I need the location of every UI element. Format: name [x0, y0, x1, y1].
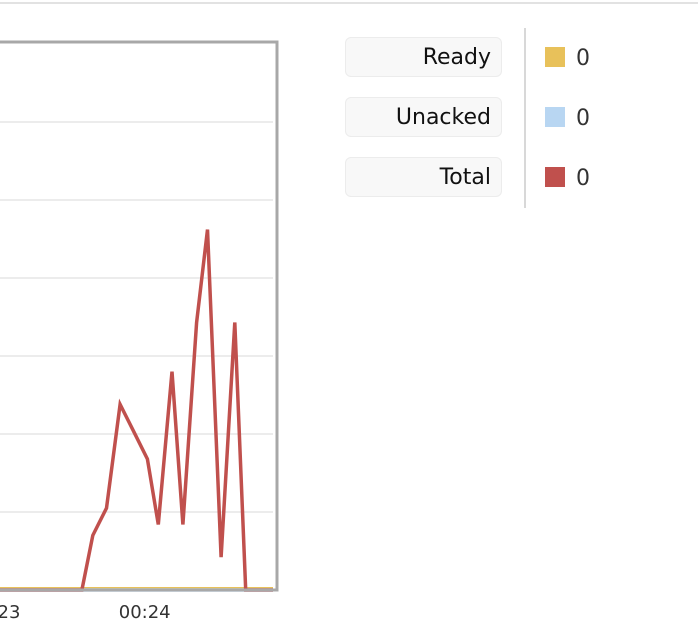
legend-button-ready[interactable]: Ready — [345, 37, 502, 77]
legend-value-ready: 0 — [545, 37, 590, 77]
legend-value-unacked: 0 — [545, 97, 590, 137]
x-tick-label: 00:24 — [119, 602, 171, 623]
legend-count-total: 0 — [576, 166, 590, 191]
plot-frame — [0, 40, 279, 592]
legend-count-unacked: 0 — [576, 106, 590, 131]
chart-grid — [0, 121, 273, 513]
x-tick-label: 00:23 — [0, 602, 20, 623]
legend-count-ready: 0 — [576, 46, 590, 71]
queued-messages-chart: 00:23 00:24 — [0, 40, 279, 623]
legend-button-unacked[interactable]: Unacked — [345, 97, 502, 137]
legend-swatch-ready — [545, 47, 565, 67]
legend-swatch-total — [545, 167, 565, 187]
legend-button-total[interactable]: Total — [345, 157, 502, 197]
legend-value-total: 0 — [545, 157, 590, 197]
legend-swatch-unacked — [545, 107, 565, 127]
chart-series — [0, 229, 273, 592]
x-axis-ticks: 00:23 00:24 — [0, 602, 171, 623]
series-line-total — [0, 229, 273, 592]
legend-divider — [524, 28, 526, 208]
